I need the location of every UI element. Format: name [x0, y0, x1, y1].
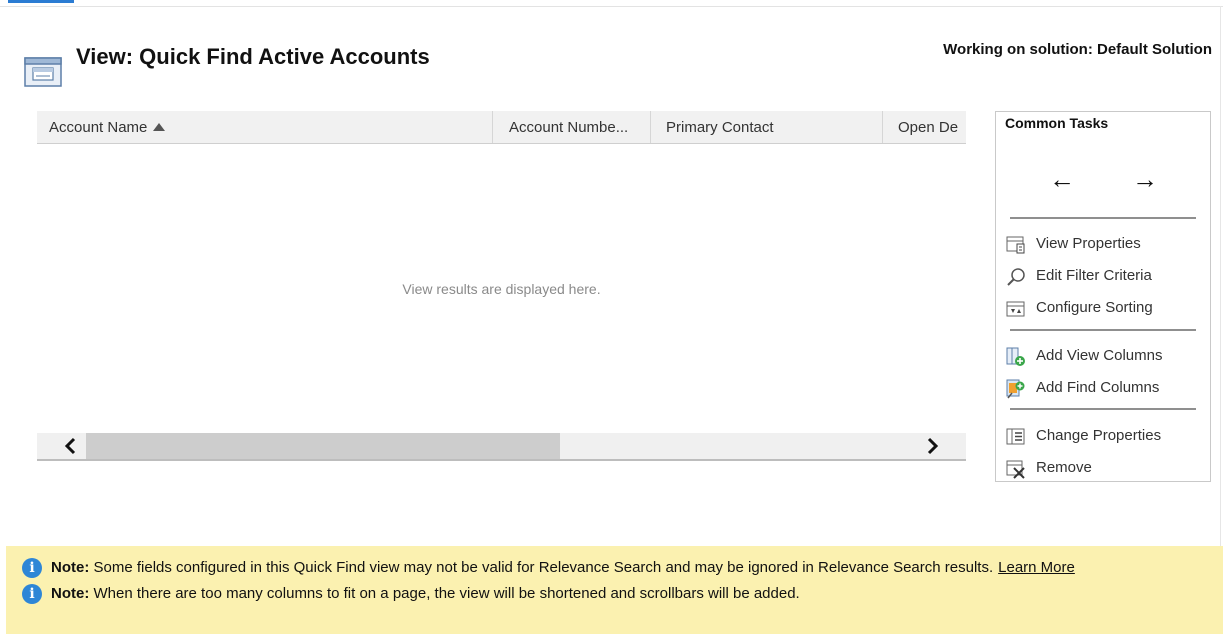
forward-arrow-icon[interactable]: → — [1130, 165, 1160, 195]
info-icon: i — [22, 584, 42, 604]
empty-results-message: View results are displayed here. — [402, 281, 601, 297]
remove-icon — [1006, 459, 1026, 479]
add-find-columns-icon — [1006, 379, 1026, 399]
chevron-right-icon — [927, 437, 939, 455]
column-divider[interactable] — [882, 111, 883, 143]
horizontal-scrollbar[interactable] — [37, 433, 966, 461]
task-label: Add Find Columns — [1036, 379, 1160, 396]
scrollbar-thumb[interactable] — [86, 433, 560, 459]
divider — [1010, 408, 1196, 410]
add-view-columns-icon — [1006, 347, 1026, 367]
view-grid: Account Name Account Numbe... Primary Co… — [37, 111, 966, 461]
learn-more-link[interactable]: Learn More — [998, 559, 1075, 576]
task-label: Edit Filter Criteria — [1036, 267, 1152, 284]
note-text: Some fields configured in this Quick Fin… — [93, 559, 994, 576]
magnifier-icon — [1006, 267, 1026, 287]
add-find-columns-link[interactable]: Add Find Columns — [1006, 378, 1206, 400]
divider — [1010, 329, 1196, 331]
remove-link[interactable]: Remove — [1006, 458, 1206, 480]
info-icon: i — [22, 558, 42, 578]
edit-filter-criteria-link[interactable]: Edit Filter Criteria — [1006, 266, 1206, 288]
task-label: Add View Columns — [1036, 347, 1163, 364]
view-icon — [24, 52, 64, 88]
scroll-right-button[interactable] — [916, 433, 950, 459]
solution-label: Working on solution: Default Solution — [943, 41, 1212, 58]
chevron-left-icon — [64, 437, 76, 455]
scroll-left-button[interactable] — [53, 433, 87, 459]
note-label: Note: — [51, 585, 90, 602]
common-tasks-panel: Common Tasks ← → View Properties Edit Fi… — [995, 111, 1211, 482]
column-header-open-deals[interactable]: Open De — [898, 111, 966, 143]
column-header-primary-contact[interactable]: Primary Contact — [666, 111, 866, 143]
task-label: Remove — [1036, 459, 1092, 476]
note-bar: i Note: Some fields configured in this Q… — [6, 546, 1223, 634]
common-tasks-title: Common Tasks — [1005, 115, 1109, 131]
divider — [1010, 217, 1196, 219]
column-header-account-name[interactable]: Account Name — [49, 111, 489, 143]
column-divider[interactable] — [492, 111, 493, 143]
active-tab-indicator — [8, 0, 74, 3]
back-arrow-icon[interactable]: ← — [1047, 165, 1077, 195]
note-label: Note: — [51, 559, 90, 576]
column-divider[interactable] — [650, 111, 651, 143]
column-header-account-number[interactable]: Account Numbe... — [509, 111, 649, 143]
right-border — [1220, 6, 1221, 546]
view-properties-link[interactable]: View Properties — [1006, 234, 1206, 256]
grid-header: Account Name Account Numbe... Primary Co… — [37, 111, 966, 144]
configure-sorting-link[interactable]: Configure Sorting — [1006, 298, 1206, 320]
top-border — [0, 0, 1223, 7]
sorting-icon — [1006, 299, 1026, 319]
task-label: Change Properties — [1036, 427, 1162, 444]
task-label: View Properties — [1036, 235, 1141, 252]
task-label: Configure Sorting — [1036, 299, 1153, 316]
add-view-columns-link[interactable]: Add View Columns — [1006, 346, 1206, 368]
page-title: View: Quick Find Active Accounts — [76, 44, 430, 69]
note-text: When there are too many columns to fit o… — [93, 585, 800, 602]
change-properties-link[interactable]: Change Properties — [1006, 426, 1206, 448]
change-properties-icon — [1006, 427, 1026, 447]
sort-ascending-icon — [153, 123, 166, 131]
view-properties-icon — [1006, 235, 1026, 255]
